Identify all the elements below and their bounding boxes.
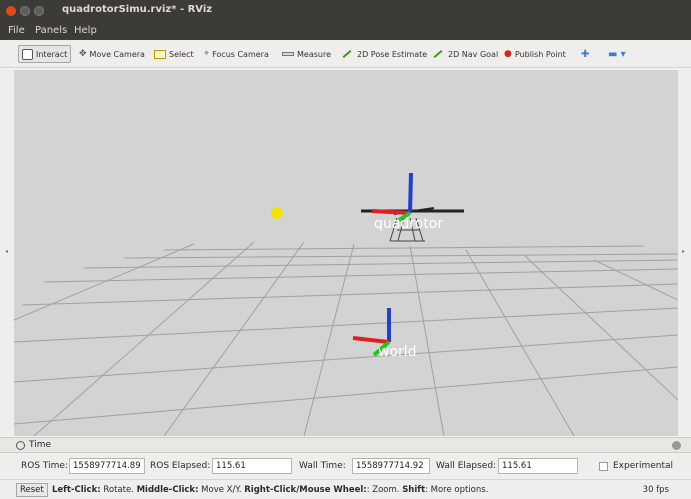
menu-help[interactable]: Help [74,25,97,36]
wall-elapsed-field[interactable] [498,458,578,474]
select-icon [154,49,166,59]
wall-elapsed-label: Wall Elapsed: [436,461,497,471]
menu-file[interactable]: File [8,25,25,36]
scene-canvas: quadrotor world [14,172,678,436]
nav-goal-icon [433,50,443,58]
time-panel-header: Time [0,437,691,453]
tool-interact-label: Interact [36,49,68,59]
move-camera-icon: ✥ [79,49,87,59]
close-window-button[interactable] [6,6,16,16]
menu-bar: File Panels Help [0,22,691,40]
tool-publish-point[interactable]: ● Publish Point [501,45,569,63]
hint-left-click: Left-Click: [52,485,101,495]
tool-measure[interactable]: Measure [279,45,334,63]
interact-icon [22,48,33,60]
hint-zoom: : Zoom. [366,485,403,495]
maximize-window-button[interactable] [34,6,44,16]
ground-grid [14,241,678,436]
clock-icon [16,441,25,450]
tool-measure-label: Measure [297,49,331,59]
ros-elapsed-label: ROS Elapsed: [150,461,211,471]
pose-estimate-icon [342,50,352,58]
hint-shift: Shift [402,485,426,495]
tool-select[interactable]: Select [151,45,197,63]
window-title: quadrotorSimu.rviz* - RViz [62,4,213,15]
hint-rotate: Rotate. [100,485,137,495]
yellow-marker-icon [271,207,283,219]
reset-button[interactable]: Reset [16,483,48,497]
hint-move: Move X/Y. [198,485,245,495]
tool-bar: Interact ✥ Move Camera Select ⌖ Focus Ca… [0,40,691,68]
time-panel: ROS Time: ROS Elapsed: Wall Time: Wall E… [0,454,691,478]
tool-2d-nav-goal[interactable]: 2D Nav Goal [428,45,501,63]
expand-left-icon: ◂ [5,248,9,255]
world-label: world [378,344,417,360]
wall-time-label: Wall Time: [299,461,346,471]
tool-focus-camera-label: Focus Camera [212,49,269,59]
tool-select-label: Select [169,49,194,59]
quadrotor-label: quadrotor [374,216,443,232]
expand-right-icon: ▸ [682,248,686,255]
experimental-checkbox[interactable] [599,462,608,471]
experimental-label: Experimental [613,461,674,471]
render-viewport[interactable]: quadrotor world [14,70,678,436]
tool-2d-pose-estimate-label: 2D Pose Estimate [357,49,428,59]
left-dock-handle[interactable]: ◂ [0,70,14,436]
mouse-hint-text: Left-Click: Rotate. Middle-Click: Move X… [52,485,488,495]
hint-right-click: Right-Click/Mouse Wheel: [244,485,367,495]
hint-more: : More options. [425,485,489,495]
remove-tool-icon: ▬ ▾ [608,48,626,60]
tool-2d-pose-estimate[interactable]: 2D Pose Estimate [337,45,430,63]
close-panel-icon[interactable] [672,441,681,450]
fps-indicator: 30 fps [642,485,669,495]
add-tool-button[interactable]: ✚ [578,45,592,63]
ros-elapsed-field[interactable] [212,458,292,474]
minimize-window-button[interactable] [20,6,30,16]
focus-camera-icon: ⌖ [204,49,210,59]
tool-move-camera[interactable]: ✥ Move Camera [76,45,148,63]
right-dock-handle[interactable]: ▸ [678,70,691,436]
add-tool-icon: ✚ [581,48,590,60]
tool-focus-camera[interactable]: ⌖ Focus Camera [201,45,272,63]
tool-move-camera-label: Move Camera [89,49,145,59]
wall-time-field[interactable] [352,458,430,474]
publish-point-icon: ● [504,49,512,59]
time-panel-title: Time [29,440,52,450]
ros-time-field[interactable] [69,458,145,474]
tool-2d-nav-goal-label: 2D Nav Goal [448,49,499,59]
hint-middle-click: Middle-Click: [136,485,199,495]
status-bar: Reset Left-Click: Rotate. Middle-Click: … [0,479,691,499]
measure-icon [282,52,294,56]
tool-interact[interactable]: Interact [18,45,72,63]
menu-panels[interactable]: Panels [35,25,67,36]
remove-tool-button[interactable]: ▬ ▾ [605,45,629,63]
tool-publish-point-label: Publish Point [514,49,566,59]
window-titlebar: quadrotorSimu.rviz* - RViz [0,0,691,22]
ros-time-label: ROS Time: [21,461,68,471]
